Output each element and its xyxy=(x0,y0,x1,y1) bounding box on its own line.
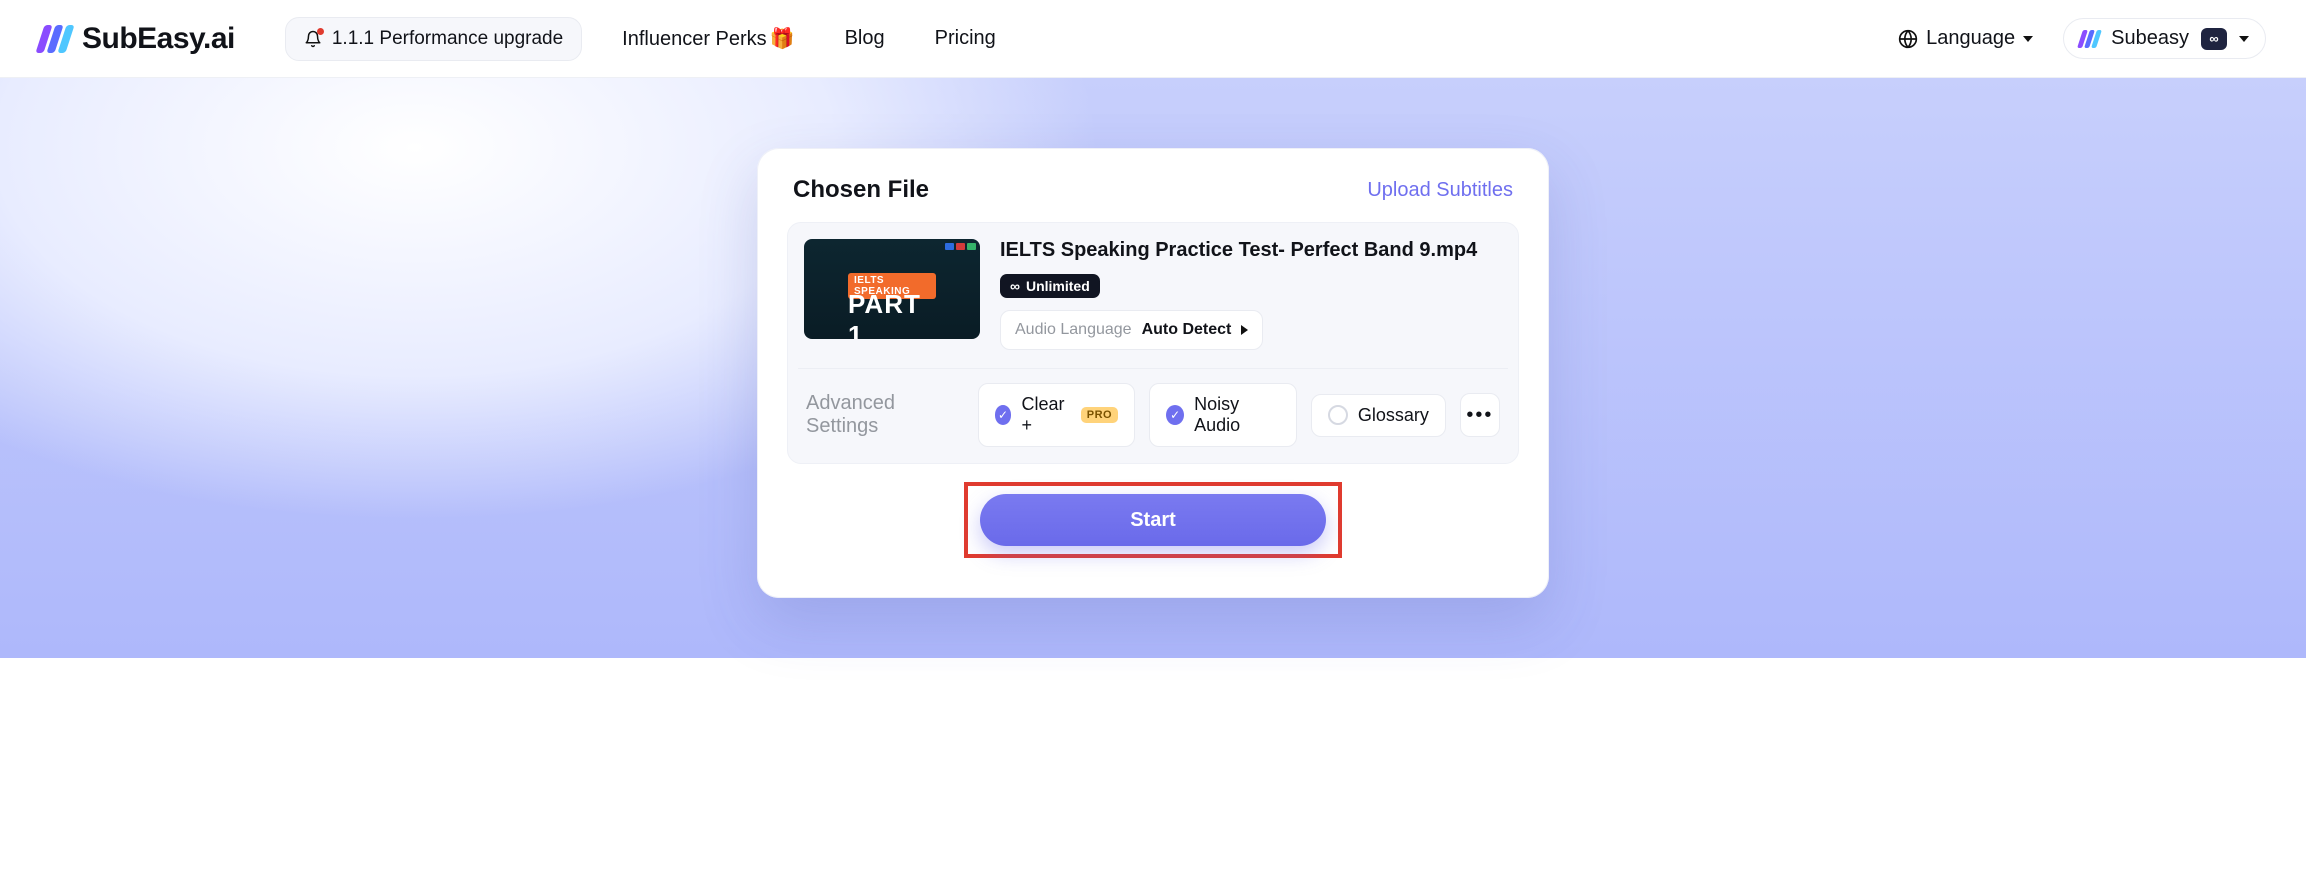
caret-down-icon xyxy=(2239,36,2249,42)
checkbox-on-icon: ✓ xyxy=(1166,405,1184,425)
globe-icon xyxy=(1898,29,1918,49)
bell-icon xyxy=(304,30,322,48)
start-highlight-box: Start xyxy=(964,482,1342,558)
checkbox-on-icon: ✓ xyxy=(995,405,1012,425)
plan-badge-icon: ∞ xyxy=(2201,28,2227,50)
update-pill[interactable]: 1.1.1 Performance upgrade xyxy=(285,17,582,61)
mini-logo-icon xyxy=(2080,30,2099,48)
user-chip[interactable]: Subeasy ∞ xyxy=(2063,18,2266,59)
language-dropdown[interactable]: Language xyxy=(1894,21,2037,56)
infinity-icon: ∞ xyxy=(1010,278,1020,294)
option-glossary-label: Glossary xyxy=(1358,405,1429,426)
pro-badge: PRO xyxy=(1081,407,1118,423)
file-meta: IELTS Speaking Practice Test- Perfect Ba… xyxy=(1000,239,1502,350)
nav-pricing[interactable]: Pricing xyxy=(935,27,996,50)
brand-logo-icon xyxy=(40,25,70,53)
thumbnail-big-text: PART 1 xyxy=(848,289,936,339)
more-options-button[interactable]: ••• xyxy=(1460,393,1500,437)
notification-dot-icon xyxy=(317,28,324,35)
upload-card: Chosen File Upload Subtitles IELTS SPEAK… xyxy=(757,148,1549,598)
file-row: IELTS SPEAKING PART 1 IELTS Speaking Pra… xyxy=(804,239,1502,350)
thumbnail-flags-icon xyxy=(945,243,976,250)
hero-section: Chosen File Upload Subtitles IELTS SPEAK… xyxy=(0,78,2306,658)
file-thumbnail[interactable]: IELTS SPEAKING PART 1 xyxy=(804,239,980,339)
audio-language-select[interactable]: Audio Language Auto Detect xyxy=(1000,310,1263,350)
option-noisy-audio[interactable]: ✓ Noisy Audio xyxy=(1149,383,1297,447)
start-button[interactable]: Start xyxy=(980,494,1326,546)
caret-down-icon xyxy=(2023,36,2033,42)
update-pill-label: 1.1.1 Performance upgrade xyxy=(332,28,563,50)
unlimited-label: Unlimited xyxy=(1026,278,1090,294)
start-area: Start xyxy=(787,482,1519,558)
language-label: Language xyxy=(1926,27,2015,50)
gift-icon: 🎁 xyxy=(770,26,795,51)
triangle-right-icon xyxy=(1241,325,1248,335)
unlimited-badge: ∞ Unlimited xyxy=(1000,274,1100,298)
upload-subtitles-link[interactable]: Upload Subtitles xyxy=(1367,179,1513,202)
nav-influencer-perks[interactable]: Influencer Perks🎁 xyxy=(622,26,794,51)
brand-name: SubEasy.ai xyxy=(82,22,235,56)
option-clear-plus[interactable]: ✓ Clear + PRO xyxy=(978,383,1136,447)
file-name: IELTS Speaking Practice Test- Perfect Ba… xyxy=(1000,239,1502,262)
audio-language-label: Audio Language xyxy=(1015,321,1132,339)
main-nav: Influencer Perks🎁 Blog Pricing xyxy=(622,26,996,51)
card-header: Chosen File Upload Subtitles xyxy=(787,172,1519,222)
option-noisy-label: Noisy Audio xyxy=(1194,394,1280,436)
user-name: Subeasy xyxy=(2111,27,2189,50)
topbar: SubEasy.ai 1.1.1 Performance upgrade Inf… xyxy=(0,0,2306,78)
brand[interactable]: SubEasy.ai xyxy=(40,22,235,56)
advanced-settings-row: Advanced Settings ✓ Clear + PRO ✓ Noisy … xyxy=(804,383,1502,447)
option-clear-label: Clear + xyxy=(1021,394,1070,436)
checkbox-off-icon xyxy=(1328,405,1348,425)
advanced-settings-label: Advanced Settings xyxy=(806,392,958,438)
file-panel: IELTS SPEAKING PART 1 IELTS Speaking Pra… xyxy=(787,222,1519,464)
divider xyxy=(798,368,1508,369)
nav-influencer-label: Influencer Perks xyxy=(622,28,767,50)
nav-blog[interactable]: Blog xyxy=(845,27,885,50)
card-title: Chosen File xyxy=(793,176,929,204)
audio-language-value: Auto Detect xyxy=(1142,321,1232,339)
option-glossary[interactable]: Glossary xyxy=(1311,394,1446,437)
